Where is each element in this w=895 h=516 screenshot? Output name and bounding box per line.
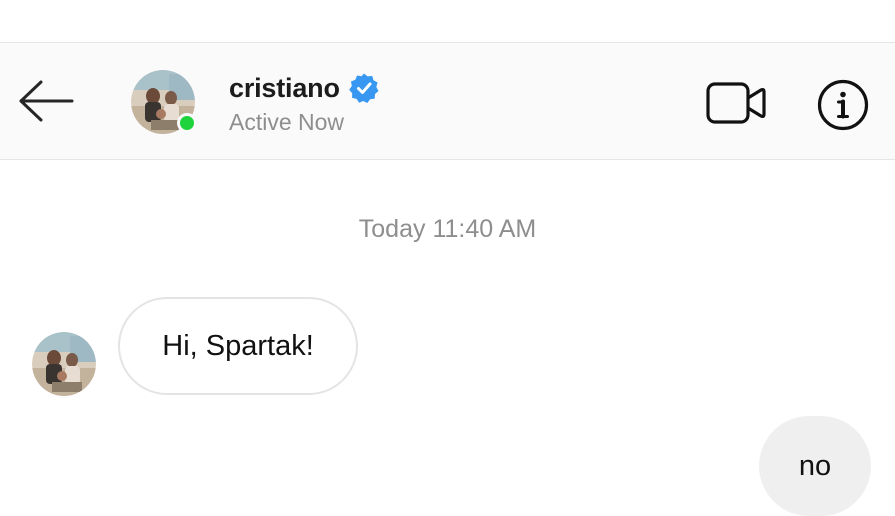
arrow-left-icon bbox=[19, 80, 74, 122]
video-call-button[interactable] bbox=[704, 79, 768, 127]
username-row[interactable]: cristiano bbox=[229, 71, 380, 105]
chat-header: cristiano Active Now bbox=[0, 43, 895, 160]
avatar-photo bbox=[32, 332, 96, 396]
online-status-dot bbox=[177, 113, 197, 133]
conversation-info-button[interactable] bbox=[816, 78, 870, 132]
presence-status: Active Now bbox=[229, 109, 345, 135]
info-icon bbox=[817, 79, 869, 131]
video-camera-icon bbox=[706, 82, 766, 124]
message-timestamp: Today 11:40 AM bbox=[358, 215, 537, 243]
verified-badge-icon bbox=[348, 73, 379, 103]
back-button[interactable] bbox=[16, 79, 76, 123]
sender-avatar[interactable] bbox=[32, 332, 96, 396]
top-bar bbox=[0, 0, 895, 43]
contact-avatar[interactable] bbox=[131, 70, 197, 134]
outgoing-message-bubble[interactable]: no bbox=[759, 416, 871, 516]
contact-username[interactable]: cristiano bbox=[229, 73, 340, 104]
incoming-message-bubble[interactable]: Hi, Spartak! bbox=[118, 297, 358, 395]
